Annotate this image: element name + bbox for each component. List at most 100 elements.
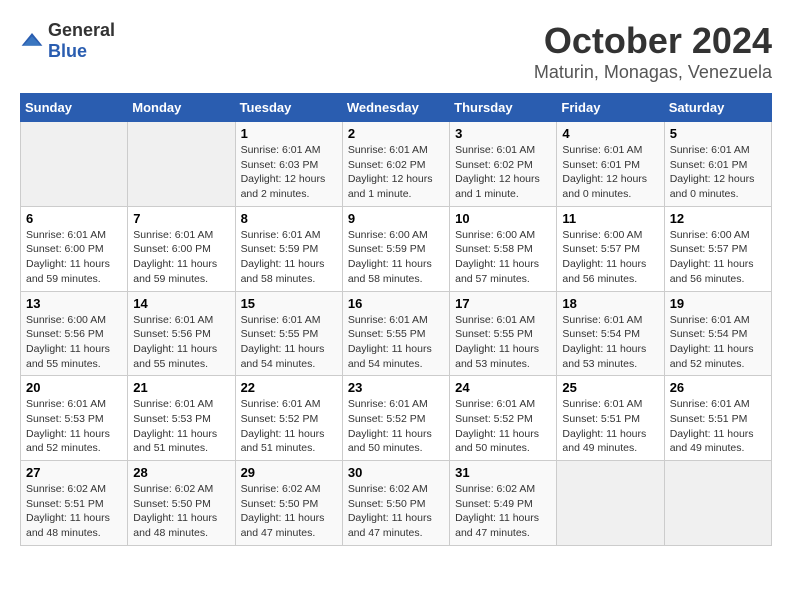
calendar-cell: 15 Sunrise: 6:01 AMSunset: 5:55 PMDayligh… (235, 291, 342, 376)
day-number: 28 (133, 465, 229, 480)
calendar-cell (21, 122, 128, 207)
day-number: 12 (670, 211, 766, 226)
sunset-text: Sunset: 5:56 PM (133, 328, 211, 340)
sunset-text: Sunset: 6:00 PM (133, 243, 211, 255)
sunset-text: Sunset: 5:59 PM (348, 243, 426, 255)
sunset-text: Sunset: 5:55 PM (241, 328, 319, 340)
sunrise-text: Sunrise: 6:00 AM (670, 229, 750, 241)
day-number: 29 (241, 465, 337, 480)
sunset-text: Sunset: 5:58 PM (455, 243, 533, 255)
calendar-cell: 30 Sunrise: 6:02 AMSunset: 5:50 PMDayligh… (342, 461, 449, 546)
daylight-text: Daylight: 11 hours and 51 minutes. (241, 428, 325, 455)
calendar-cell: 7Sunrise: 6:01 AMSunset: 6:00 PMDaylight… (128, 206, 235, 291)
sunset-text: Sunset: 5:53 PM (133, 413, 211, 425)
day-number: 21 (133, 380, 229, 395)
calendar-cell: 10Sunrise: 6:00 AMSunset: 5:58 PMDayligh… (450, 206, 557, 291)
day-number: 18 (562, 296, 658, 311)
column-header-monday: Monday (128, 94, 235, 122)
sunrise-text: Sunrise: 6:00 AM (26, 314, 106, 326)
calendar-cell: 27 Sunrise: 6:02 AMSunset: 5:51 PMDayligh… (21, 461, 128, 546)
day-info: Sunrise: 6:01 AMSunset: 5:53 PMDaylight:… (26, 397, 122, 456)
daylight-text: Daylight: 11 hours and 54 minutes. (348, 343, 432, 370)
day-info: Sunrise: 6:01 AMSunset: 5:52 PMDaylight:… (241, 397, 337, 456)
day-number: 25 (562, 380, 658, 395)
day-info: Sunrise: 6:01 AMSunset: 6:03 PMDaylight:… (241, 143, 337, 202)
day-number: 26 (670, 380, 766, 395)
day-number: 15 (241, 296, 337, 311)
day-number: 17 (455, 296, 551, 311)
daylight-text: Daylight: 11 hours and 52 minutes. (670, 343, 754, 370)
sunrise-text: Sunrise: 6:01 AM (133, 229, 213, 241)
sunrise-text: Sunrise: 6:01 AM (562, 314, 642, 326)
day-info: Sunrise: 6:02 AMSunset: 5:51 PMDaylight:… (26, 482, 122, 541)
column-header-friday: Friday (557, 94, 664, 122)
sunrise-text: Sunrise: 6:01 AM (562, 398, 642, 410)
title-area: October 2024 Maturin, Monagas, Venezuela (534, 20, 772, 83)
column-header-thursday: Thursday (450, 94, 557, 122)
calendar-cell: 3 Sunrise: 6:01 AMSunset: 6:02 PMDaylight… (450, 122, 557, 207)
logo-general: General (48, 20, 115, 40)
calendar-cell: 24Sunrise: 6:01 AMSunset: 5:52 PMDayligh… (450, 376, 557, 461)
logo-icon (20, 31, 44, 51)
calendar-week-4: 20Sunrise: 6:01 AMSunset: 5:53 PMDayligh… (21, 376, 772, 461)
day-number: 14 (133, 296, 229, 311)
day-number: 5 (670, 126, 766, 141)
day-number: 31 (455, 465, 551, 480)
sunset-text: Sunset: 6:02 PM (348, 159, 426, 171)
calendar-cell: 8Sunrise: 6:01 AMSunset: 5:59 PMDaylight… (235, 206, 342, 291)
calendar-cell (128, 122, 235, 207)
day-number: 27 (26, 465, 122, 480)
day-info: Sunrise: 6:01 AMSunset: 6:00 PMDaylight:… (133, 228, 229, 287)
daylight-text: Daylight: 11 hours and 52 minutes. (26, 428, 110, 455)
daylight-text: Daylight: 11 hours and 59 minutes. (26, 258, 110, 285)
daylight-text: Daylight: 12 hours and 1 minute. (348, 173, 433, 200)
day-number: 6 (26, 211, 122, 226)
day-number: 7 (133, 211, 229, 226)
calendar-cell: 21Sunrise: 6:01 AMSunset: 5:53 PMDayligh… (128, 376, 235, 461)
day-info: Sunrise: 6:01 AMSunset: 5:51 PMDaylight:… (670, 397, 766, 456)
sunrise-text: Sunrise: 6:01 AM (26, 398, 106, 410)
sunrise-text: Sunrise: 6:02 AM (133, 483, 213, 495)
daylight-text: Daylight: 11 hours and 49 minutes. (670, 428, 754, 455)
logo: General Blue (20, 20, 115, 62)
day-info: Sunrise: 6:01 AMSunset: 5:56 PMDaylight:… (133, 313, 229, 372)
day-info: Sunrise: 6:02 AMSunset: 5:50 PMDaylight:… (348, 482, 444, 541)
calendar-cell: 31 Sunrise: 6:02 AMSunset: 5:49 PMDayligh… (450, 461, 557, 546)
daylight-text: Daylight: 11 hours and 50 minutes. (455, 428, 539, 455)
column-header-wednesday: Wednesday (342, 94, 449, 122)
sunrise-text: Sunrise: 6:01 AM (241, 229, 321, 241)
sunset-text: Sunset: 5:49 PM (455, 498, 533, 510)
sunrise-text: Sunrise: 6:00 AM (348, 229, 428, 241)
sunset-text: Sunset: 5:50 PM (241, 498, 319, 510)
sunrise-text: Sunrise: 6:00 AM (455, 229, 535, 241)
calendar-week-5: 27 Sunrise: 6:02 AMSunset: 5:51 PMDayligh… (21, 461, 772, 546)
daylight-text: Daylight: 11 hours and 47 minutes. (241, 512, 325, 539)
header-row: SundayMondayTuesdayWednesdayThursdayFrid… (21, 94, 772, 122)
calendar-cell: 17Sunrise: 6:01 AMSunset: 5:55 PMDayligh… (450, 291, 557, 376)
calendar-cell: 20 Sunrise: 6:01 AMSunset: 5:53 PMDayligh… (21, 376, 128, 461)
sunrise-text: Sunrise: 6:01 AM (26, 229, 106, 241)
day-number: 20 (26, 380, 122, 395)
sunset-text: Sunset: 5:51 PM (562, 413, 640, 425)
daylight-text: Daylight: 11 hours and 48 minutes. (26, 512, 110, 539)
day-info: Sunrise: 6:02 AMSunset: 5:49 PMDaylight:… (455, 482, 551, 541)
daylight-text: Daylight: 11 hours and 56 minutes. (562, 258, 646, 285)
day-info: Sunrise: 6:01 AMSunset: 5:54 PMDaylight:… (670, 313, 766, 372)
day-info: Sunrise: 6:01 AMSunset: 6:01 PMDaylight:… (670, 143, 766, 202)
daylight-text: Daylight: 12 hours and 0 minutes. (670, 173, 755, 200)
sunrise-text: Sunrise: 6:01 AM (455, 314, 535, 326)
day-info: Sunrise: 6:01 AMSunset: 5:55 PMDaylight:… (241, 313, 337, 372)
day-number: 3 (455, 126, 551, 141)
day-info: Sunrise: 6:01 AMSunset: 6:02 PMDaylight:… (348, 143, 444, 202)
day-info: Sunrise: 6:01 AMSunset: 6:02 PMDaylight:… (455, 143, 551, 202)
day-number: 10 (455, 211, 551, 226)
daylight-text: Daylight: 11 hours and 53 minutes. (562, 343, 646, 370)
calendar-cell: 19Sunrise: 6:01 AMSunset: 5:54 PMDayligh… (664, 291, 771, 376)
day-number: 16 (348, 296, 444, 311)
daylight-text: Daylight: 11 hours and 48 minutes. (133, 512, 217, 539)
day-number: 24 (455, 380, 551, 395)
daylight-text: Daylight: 11 hours and 58 minutes. (241, 258, 325, 285)
sunset-text: Sunset: 5:50 PM (348, 498, 426, 510)
day-info: Sunrise: 6:02 AMSunset: 5:50 PMDaylight:… (133, 482, 229, 541)
day-number: 30 (348, 465, 444, 480)
